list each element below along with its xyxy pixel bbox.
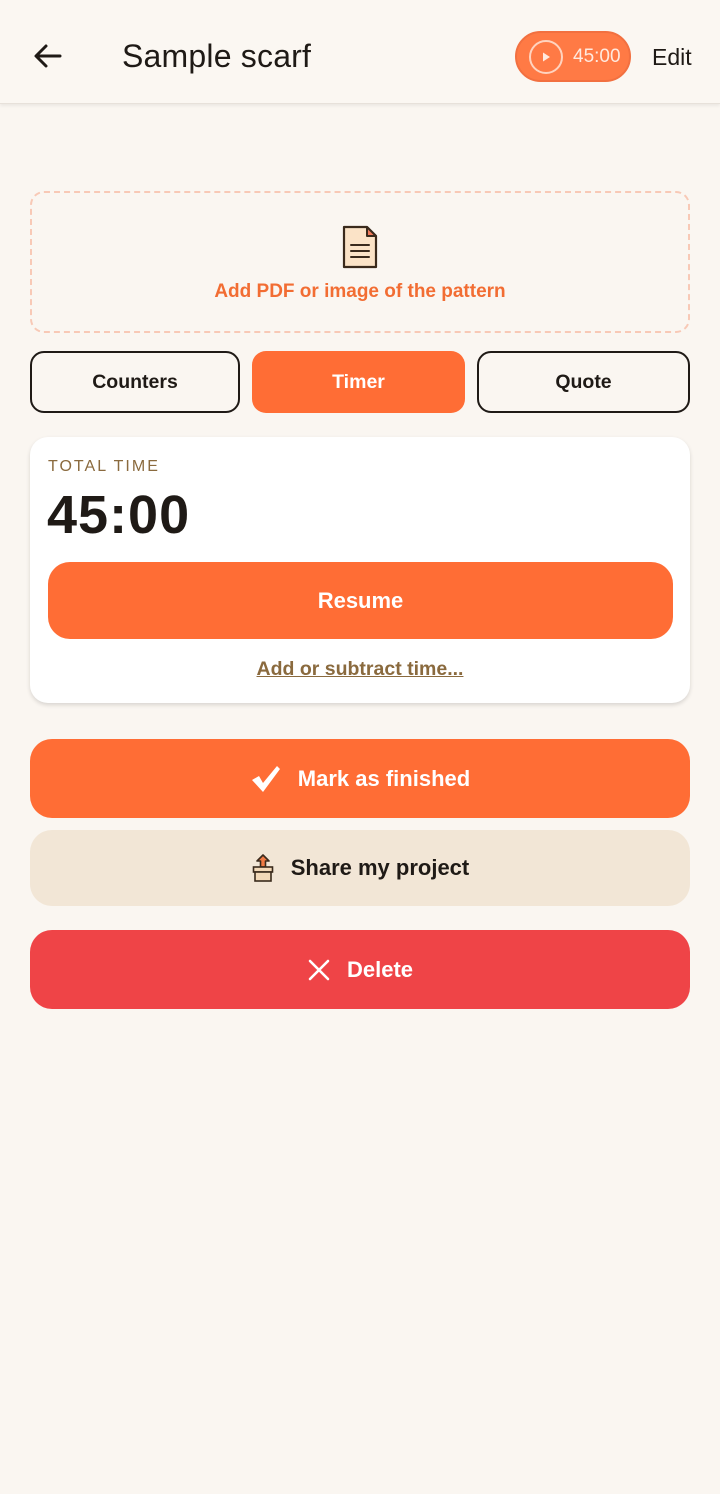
resume-button[interactable]: Resume <box>48 562 673 639</box>
arrow-left-icon <box>34 44 62 68</box>
page-title: Sample scarf <box>122 38 312 74</box>
tab-bar: Counters Timer Quote <box>0 351 720 414</box>
add-pattern-label: Add PDF or image of the pattern <box>214 281 506 302</box>
add-pattern-dropzone[interactable]: Add PDF or image of the pattern <box>30 191 690 333</box>
share-box-icon <box>251 853 275 883</box>
tab-quote[interactable]: Quote <box>477 351 690 413</box>
share-project-label: Share my project <box>290 855 470 880</box>
back-button[interactable] <box>24 32 72 80</box>
mark-finished-button[interactable]: Mark as finished <box>30 739 690 818</box>
mark-finished-label: Mark as finished <box>297 765 471 791</box>
total-time-label: TOTAL TIME <box>48 458 160 475</box>
total-time-value: 45:00 <box>47 485 191 545</box>
timer-chip-button[interactable]: 45:00 <box>515 31 631 82</box>
tab-timer[interactable]: Timer <box>252 351 465 413</box>
document-icon <box>342 225 378 269</box>
edit-button[interactable]: Edit <box>652 44 692 71</box>
close-icon <box>307 958 331 982</box>
timer-card: TOTAL TIME 45:00 Resume Add or subtract … <box>30 437 690 703</box>
timer-chip-time: 45:00 <box>573 45 621 67</box>
delete-label: Delete <box>346 956 414 982</box>
app-bar: Sample scarf 45:00 Edit <box>0 0 720 104</box>
tab-counters[interactable]: Counters <box>30 351 240 413</box>
delete-button[interactable]: Delete <box>30 930 690 1009</box>
share-project-button[interactable]: Share my project <box>30 830 690 906</box>
play-icon <box>529 39 563 74</box>
checkmark-icon <box>250 764 282 794</box>
adjust-time-link[interactable]: Add or subtract time... <box>30 658 690 681</box>
